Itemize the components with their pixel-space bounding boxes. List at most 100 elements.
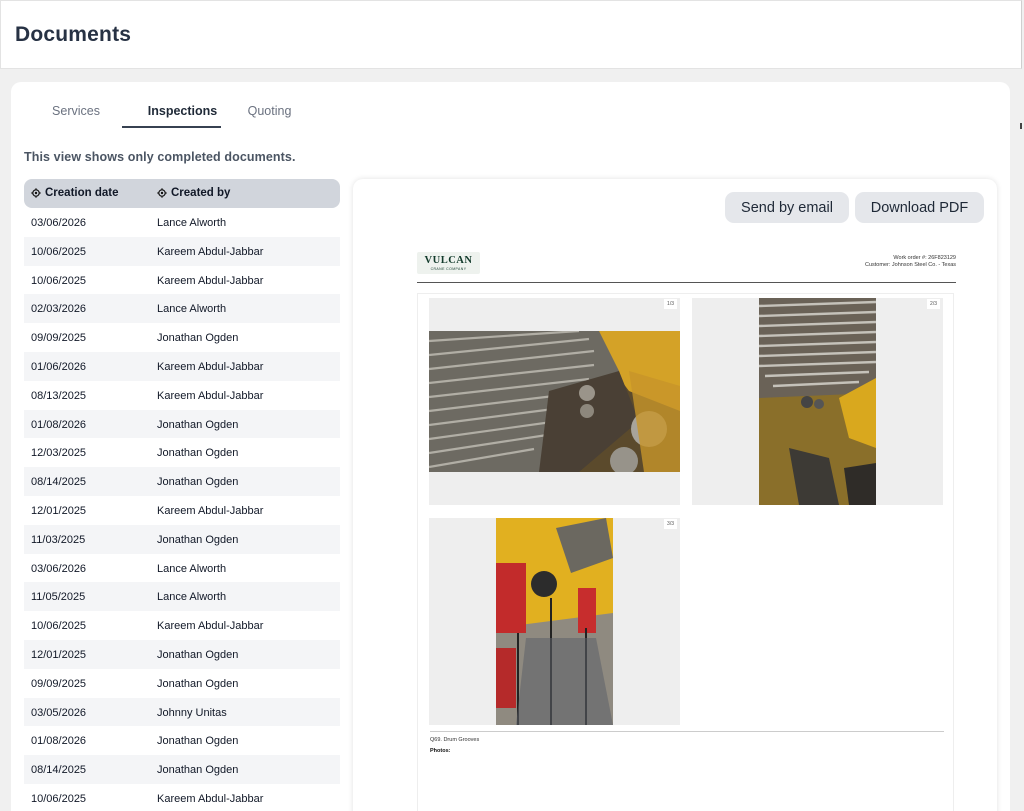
hoist-image bbox=[496, 518, 613, 725]
photo-counter: 2/3 bbox=[927, 299, 940, 309]
logo-subtext: CRANE COMPANY bbox=[430, 267, 467, 271]
completed-docs-note: This view shows only completed documents… bbox=[24, 150, 296, 164]
column-label: Creation date bbox=[45, 187, 119, 199]
creation-date-cell: 01/08/2026 bbox=[31, 418, 87, 431]
creation-date-cell: 02/03/2026 bbox=[31, 303, 87, 316]
drum-close-up-image bbox=[759, 298, 876, 505]
creation-date-cell: 10/06/2025 bbox=[31, 245, 87, 258]
created-by-cell: Jonathan Ogden bbox=[157, 418, 239, 431]
photos-label: Photos: bbox=[430, 748, 451, 754]
documents-card: Services Inspections Quoting This view s… bbox=[11, 82, 1010, 811]
creation-date-cell: 08/14/2025 bbox=[31, 476, 87, 489]
table-row[interactable]: 10/06/2025 Kareem Abdul-Jabbar bbox=[24, 236, 340, 266]
header-divider bbox=[417, 282, 956, 283]
created-by-cell: Lance Alworth bbox=[157, 562, 227, 575]
created-by-cell: Jonathan Ogden bbox=[157, 447, 239, 460]
creation-date-cell: 12/01/2025 bbox=[31, 504, 87, 517]
download-pdf-button[interactable]: Download PDF bbox=[855, 192, 984, 223]
creation-date-cell: 12/01/2025 bbox=[31, 648, 87, 661]
created-by-cell: Kareem Abdul-Jabbar bbox=[157, 792, 264, 805]
vulcan-logo: VULCAN CRANE COMPANY bbox=[417, 252, 480, 274]
table-row[interactable]: 09/09/2025 Jonathan Ogden bbox=[24, 323, 340, 352]
table-row[interactable]: 12/01/2025 Kareem Abdul-Jabbar bbox=[24, 496, 340, 525]
created-by-cell: Jonathan Ogden bbox=[157, 648, 239, 661]
table-row[interactable]: 03/06/2026 Lance Alworth bbox=[24, 208, 340, 237]
created-by-cell: Jonathan Ogden bbox=[157, 332, 239, 345]
created-by-cell: Kareem Abdul-Jabbar bbox=[157, 504, 264, 517]
creation-date-cell: 01/06/2026 bbox=[31, 360, 87, 373]
creation-date-cell: 10/06/2025 bbox=[31, 792, 87, 805]
created-by-cell: Jonathan Ogden bbox=[157, 476, 239, 489]
created-by-cell: Kareem Abdul-Jabbar bbox=[157, 620, 264, 633]
creation-date-cell: 10/06/2025 bbox=[31, 620, 87, 633]
table-row[interactable]: 08/14/2025 Jonathan Ogden bbox=[24, 755, 340, 784]
question-label: Q69. Drum Grooves bbox=[430, 737, 480, 743]
page-title: Documents bbox=[15, 23, 132, 46]
table-row[interactable]: 01/08/2026 Jonathan Ogden bbox=[24, 726, 340, 755]
table-row[interactable]: 10/06/2025 Kareem Abdul-Jabbar bbox=[24, 266, 340, 295]
customer-name: Customer: Johnson Steel Co. - Texas bbox=[865, 262, 956, 268]
work-order-info: Work order #: 26F823129 Customer: Johnso… bbox=[865, 255, 956, 269]
table-body: 03/06/2026 Lance Alworth 10/06/2025 Kareem … bbox=[24, 208, 340, 811]
table-row[interactable]: 01/08/2026 Jonathan Ogden bbox=[24, 409, 340, 439]
table-row[interactable]: 08/13/2025 Kareem Abdul-Jabbar bbox=[24, 381, 340, 410]
column-header-creation-date[interactable]: Creation date bbox=[31, 187, 119, 199]
created-by-cell: Lance Alworth bbox=[157, 303, 227, 316]
column-label: Created by bbox=[171, 187, 231, 199]
created-by-cell: Johnny Unitas bbox=[157, 706, 227, 719]
tab-services[interactable]: Services bbox=[51, 104, 101, 118]
work-order-number: Work order #: 26F823129 bbox=[893, 255, 956, 261]
creation-date-cell: 01/08/2026 bbox=[31, 735, 87, 748]
scrollbar-edge[interactable] bbox=[1020, 123, 1022, 129]
table-row[interactable]: 11/05/2025 Lance Alworth bbox=[24, 582, 340, 612]
drum-photo-image bbox=[429, 331, 680, 472]
created-by-cell: Jonathan Ogden bbox=[157, 735, 239, 748]
gear-icon bbox=[31, 188, 41, 198]
creation-date-cell: 11/05/2025 bbox=[31, 591, 86, 604]
inspection-photo-3[interactable]: 3/3 bbox=[429, 518, 680, 725]
pdf-page[interactable]: VULCAN CRANE COMPANY Work order #: 26F82… bbox=[417, 251, 969, 811]
created-by-cell: Lance Alworth bbox=[157, 217, 227, 229]
table-row[interactable]: 01/06/2026 Kareem Abdul-Jabbar bbox=[24, 351, 340, 381]
table-row[interactable]: 12/03/2025 Jonathan Ogden bbox=[24, 438, 340, 467]
creation-date-cell: 03/06/2026 bbox=[31, 217, 87, 229]
table-row[interactable]: 02/03/2026 Lance Alworth bbox=[24, 294, 340, 324]
created-by-cell: Jonathan Ogden bbox=[157, 677, 239, 690]
creation-date-cell: 08/13/2025 bbox=[31, 389, 87, 402]
created-by-cell: Kareem Abdul-Jabbar bbox=[157, 360, 264, 373]
photo-counter: 3/3 bbox=[664, 519, 677, 529]
gear-icon bbox=[157, 188, 167, 198]
creation-date-cell: 12/03/2025 bbox=[31, 447, 87, 460]
document-preview-panel: Send by email Download PDF VULCAN CRANE … bbox=[353, 179, 997, 811]
table-row[interactable]: 10/06/2025 Kareem Abdul-Jabbar bbox=[24, 611, 340, 640]
inspection-photo-2[interactable]: 2/3 bbox=[692, 298, 943, 505]
tab-quoting[interactable]: Quoting bbox=[247, 104, 292, 118]
documents-table: Creation date Created by 03/06/2026 Lance… bbox=[24, 179, 340, 811]
created-by-cell: Lance Alworth bbox=[157, 591, 227, 604]
inspection-photo-1[interactable]: 1/3 bbox=[429, 298, 680, 505]
send-by-email-button[interactable]: Send by email bbox=[725, 192, 849, 223]
creation-date-cell: 08/14/2025 bbox=[31, 764, 87, 777]
table-row[interactable]: 10/06/2025 Kareem Abdul-Jabbar bbox=[24, 784, 340, 811]
table-row[interactable]: 03/05/2026 Johnny Unitas bbox=[24, 697, 340, 727]
table-row[interactable]: 03/06/2026 Lance Alworth bbox=[24, 554, 340, 583]
created-by-cell: Kareem Abdul-Jabbar bbox=[157, 245, 264, 258]
created-by-cell: Kareem Abdul-Jabbar bbox=[157, 274, 264, 287]
creation-date-cell: 10/06/2025 bbox=[31, 274, 87, 287]
created-by-cell: Jonathan Ogden bbox=[157, 533, 239, 546]
table-header: Creation date Created by bbox=[24, 179, 340, 208]
created-by-cell: Kareem Abdul-Jabbar bbox=[157, 389, 264, 402]
table-row[interactable]: 11/03/2025 Jonathan Ogden bbox=[24, 524, 340, 554]
creation-date-cell: 09/09/2025 bbox=[31, 332, 87, 345]
creation-date-cell: 11/03/2025 bbox=[31, 533, 86, 546]
table-row[interactable]: 08/14/2025 Jonathan Ogden bbox=[24, 467, 340, 496]
photos-section: 1/3 2/3 3/3 Q69. Drum Grooves Photos: bbox=[417, 293, 954, 811]
creation-date-cell: 09/09/2025 bbox=[31, 677, 87, 690]
created-by-cell: Jonathan Ogden bbox=[157, 764, 239, 777]
table-row[interactable]: 12/01/2025 Jonathan Ogden bbox=[24, 639, 340, 669]
question-divider bbox=[430, 731, 944, 732]
column-header-created-by[interactable]: Created by bbox=[157, 187, 230, 199]
table-row[interactable]: 09/09/2025 Jonathan Ogden bbox=[24, 669, 340, 698]
top-bar: Documents bbox=[0, 0, 1022, 69]
tab-inspections[interactable]: Inspections bbox=[136, 104, 229, 118]
